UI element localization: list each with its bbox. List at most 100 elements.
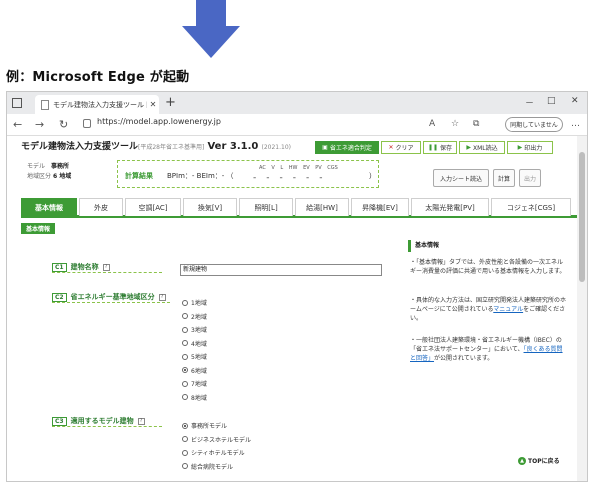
tab-cgs[interactable]: コジェネ[CGS]	[491, 198, 571, 216]
radio-label: 総合病院モデル	[191, 463, 234, 471]
info-paragraph-2: ・具体的な入力方法は、国立研究開発法人建築研究所のホームページにて公開されている…	[410, 296, 566, 323]
down-arrow-icon	[182, 0, 240, 58]
radio-label: 4地域	[191, 340, 207, 348]
input-sheet-button[interactable]: 入力シート読込	[433, 169, 489, 187]
print-label: 印出力	[524, 145, 543, 152]
xml-load-button[interactable]: ▶ XML読込	[459, 141, 505, 154]
app-title: モデル建物法入力支援ツール[平成28年省エネ基準用] Ver 3.1.0 (20…	[21, 139, 291, 152]
read-aloud-icon[interactable]: A	[429, 119, 435, 129]
save-icon: ❚❚	[427, 144, 439, 151]
new-tab-button[interactable]: +	[165, 95, 176, 110]
help-icon[interactable]: ?	[137, 417, 145, 425]
url-field[interactable]: https://model.app.lowenergy.jp	[97, 117, 221, 126]
radio-option[interactable]: 3地域	[182, 325, 207, 334]
radio-button[interactable]	[182, 326, 188, 333]
calc-result-values: BPIm：- BEIm：- （	[167, 172, 234, 180]
radio-label: 3地域	[191, 327, 207, 334]
section-tag: 基本情報	[21, 223, 55, 234]
radio-button[interactable]	[182, 463, 188, 469]
radio-button[interactable]	[182, 380, 188, 387]
tab-lighting[interactable]: 照明[L]	[239, 198, 293, 216]
radio-label: 8地域	[191, 394, 207, 402]
radio-button[interactable]	[182, 422, 188, 429]
tab-elevator[interactable]: 昇降機[EV]	[351, 198, 409, 216]
favorite-icon[interactable]: ☆	[451, 119, 459, 129]
lock-icon[interactable]	[83, 119, 91, 128]
tab-title: モデル建物法入力支援ツール [平成	[53, 100, 147, 109]
close-window-button[interactable]: ✕	[571, 96, 579, 106]
radio-label: 2地域	[191, 313, 207, 321]
scrollbar-thumb[interactable]	[579, 152, 585, 282]
back-to-top-button[interactable]: ▲ TOPに戻る	[518, 456, 560, 465]
radio-button[interactable]	[182, 367, 188, 373]
radio-option[interactable]: 4地域	[182, 339, 207, 348]
tab-basic-info[interactable]: 基本情報	[21, 198, 77, 216]
app-version-date: (2021.10)	[261, 144, 291, 151]
radio-option[interactable]: 2地域	[182, 312, 207, 321]
title-bar: モデル建物法入力支援ツール [平成 ✕ + － □ ✕	[7, 92, 587, 114]
tab-envelope[interactable]: 外皮	[79, 198, 123, 216]
radio-label: 1地域	[191, 300, 207, 307]
radio-button[interactable]	[182, 313, 188, 319]
radio-button[interactable]	[182, 340, 188, 346]
radio-option[interactable]: ビジネスホテルモデル	[182, 435, 251, 444]
clear-button[interactable]: ✕ クリア	[381, 141, 421, 154]
sync-label: 同期していません	[510, 122, 558, 129]
radio-option[interactable]: 7地域	[182, 379, 207, 388]
calc-result-box	[117, 160, 379, 188]
app-title-text: モデル建物法入力支援ツール	[21, 142, 139, 152]
forward-icon[interactable]: →	[35, 118, 44, 131]
radio-option[interactable]: シティホテルモデル	[182, 448, 245, 457]
calc-result-label: 計算結果	[125, 172, 153, 180]
model-calc-button[interactable]: ▣ 省エネ適合判定	[315, 141, 379, 154]
radio-option[interactable]: 総合病院モデル	[182, 462, 233, 471]
radio-button[interactable]	[182, 353, 188, 360]
more-icon[interactable]: …	[571, 119, 580, 129]
save-button[interactable]: ❚❚ 保存	[423, 141, 457, 154]
help-icon[interactable]: ?	[102, 263, 110, 271]
radio-option[interactable]: 1地域	[182, 298, 207, 307]
minimize-button[interactable]: －	[525, 96, 534, 109]
save-label: 保存	[440, 145, 453, 152]
output-button[interactable]: 出力	[519, 169, 541, 187]
maximize-button[interactable]: □	[547, 96, 556, 106]
profile-sync-button[interactable]: 同期していません	[505, 117, 563, 132]
c2-heading: C2 省エネルギー基準地域区分 ?	[52, 292, 166, 302]
radio-button[interactable]	[182, 394, 188, 400]
region-label: 地域区分	[27, 173, 52, 180]
tab-ac[interactable]: 空調[AC]	[125, 198, 181, 216]
radio-button[interactable]	[182, 436, 188, 442]
refresh-icon[interactable]: ↻	[59, 118, 68, 131]
c1-underline	[52, 272, 162, 273]
manual-link[interactable]: マニュアル	[493, 306, 523, 313]
radio-button[interactable]	[182, 449, 188, 456]
radio-label: ビジネスホテルモデル	[191, 436, 252, 444]
radio-label: 7地域	[191, 381, 207, 388]
building-name-input[interactable]: 新規建物	[180, 264, 382, 276]
radio-option[interactable]: 8地域	[182, 393, 207, 402]
tab-hot-water[interactable]: 給湯[HW]	[295, 198, 349, 216]
browser-tab[interactable]: モデル建物法入力支援ツール [平成 ✕	[35, 95, 159, 114]
collections-icon[interactable]: ⧉	[473, 119, 479, 129]
c1-heading: C1 建物名称 ?	[52, 262, 110, 272]
c3-underline	[52, 426, 162, 427]
close-tab-icon[interactable]: ✕	[147, 100, 159, 109]
calculate-button[interactable]: 計算	[493, 169, 515, 187]
help-icon[interactable]: ?	[158, 293, 166, 301]
radio-option[interactable]: 5地域	[182, 352, 207, 361]
c1-label: 建物名称	[70, 263, 99, 271]
radio-button[interactable]	[182, 299, 188, 306]
radio-label: 6地域	[191, 367, 207, 375]
radio-label: 事務所モデル	[191, 423, 228, 430]
model-value: 事務所	[51, 163, 70, 170]
c2-code: C2	[52, 292, 67, 302]
back-icon[interactable]: ←	[13, 118, 22, 131]
tab-pv[interactable]: 太陽光発電[PV]	[411, 198, 489, 216]
window-menu-icon[interactable]	[12, 98, 22, 108]
radio-option[interactable]: 事務所モデル	[182, 421, 227, 430]
tab-ventilation[interactable]: 換気[V]	[183, 198, 237, 216]
radio-option[interactable]: 6地域	[182, 366, 207, 375]
print-button[interactable]: ▶ 印出力	[507, 141, 553, 154]
radio-label: シティホテルモデル	[191, 450, 245, 457]
c3-code: C3	[52, 416, 67, 426]
